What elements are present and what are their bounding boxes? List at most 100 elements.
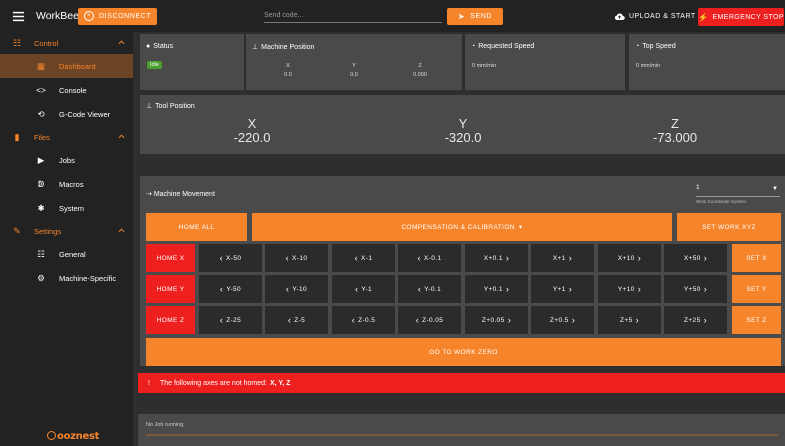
machine-position-card: ⊥ Machine Position X 0.0 Y 0.0 Z 0.000 (246, 34, 462, 90)
job-progress-bar (146, 434, 778, 436)
jog-button[interactable]: Y+0.1 › (465, 275, 528, 303)
home-y-button[interactable]: HOME Y (146, 275, 195, 303)
sidebar-item-machine-specific[interactable]: ⚙ Machine-Specific (0, 266, 133, 290)
wcs-select[interactable]: 1 ▼ (696, 184, 780, 197)
jog-button[interactable]: ‹ Z-25 (199, 306, 262, 334)
sidebar-item-label: Dashboard (59, 61, 96, 71)
jog-button[interactable]: X+50 › (664, 244, 727, 272)
jog-button[interactable]: ‹ Z-5 (265, 306, 328, 334)
sidebar-section-label: Control (34, 38, 59, 48)
sidebar-section-files[interactable]: ▮ Files (0, 126, 133, 148)
requested-speed-card: ◔ Requested Speed 0 mm/min (465, 34, 625, 90)
chevron-up-icon (118, 40, 125, 45)
home-all-button[interactable]: HOME ALL (146, 213, 247, 241)
settings-pair-icon: ⚙ (37, 272, 45, 283)
send-icon: ➤ (457, 12, 466, 21)
requested-speed-title: Requested Speed (478, 43, 535, 50)
jog-button[interactable]: Z+25 › (664, 306, 727, 334)
jog-button[interactable]: ‹ Y-50 (199, 275, 262, 303)
jog-label: X+50 (683, 254, 701, 262)
top-speed-value: 0 mm/min (636, 63, 661, 69)
alert-icon: ! (148, 379, 150, 387)
sidebar-item-gcode-viewer[interactable]: ⟲ G-Code Viewer (0, 102, 133, 126)
chevron-left-icon: ‹ (417, 284, 422, 294)
jog-button[interactable]: X+10 › (598, 244, 661, 272)
jog-button[interactable]: ‹ Y-1 (332, 275, 395, 303)
sidebar-item-macros[interactable]: ↁ Macros (0, 172, 133, 196)
home-z-button[interactable]: HOME Z (146, 306, 195, 334)
jog-button[interactable]: Y+50 › (664, 275, 727, 303)
set-work-xyz-button[interactable]: SET WORK XYZ (677, 213, 781, 241)
send-button[interactable]: ➤ SEND (447, 8, 503, 25)
jog-button[interactable]: Z+0.05 › (465, 306, 528, 334)
sidebar-item-system[interactable]: ✱ System (0, 196, 133, 220)
jog-button[interactable]: ‹ Y-10 (265, 275, 328, 303)
jog-label: Y-50 (226, 285, 242, 293)
chevron-right-icon: › (703, 315, 707, 325)
machine-position-z: Z 0.000 (413, 63, 427, 78)
chevron-up-icon (118, 228, 125, 233)
go-to-work-zero-button[interactable]: GO TO WORK ZERO (146, 338, 781, 366)
sidebar-item-general[interactable]: ☷ General (0, 242, 133, 266)
chevron-right-icon: › (635, 315, 639, 325)
jog-label: Z-0.5 (358, 316, 376, 324)
chevron-right-icon: › (505, 284, 510, 294)
alert-text: The following axes are not homed: (159, 379, 267, 387)
set-z-button[interactable]: SET Z (732, 306, 781, 334)
jog-button[interactable]: X+1 › (531, 244, 594, 272)
jog-label: X+0.1 (483, 254, 503, 262)
upload-start-button[interactable]: UPLOAD & START (614, 8, 696, 25)
home-x-button[interactable]: HOME X (146, 244, 195, 272)
emergency-stop-button[interactable]: ⚡ EMERGENCY STOP (698, 8, 784, 26)
sidebar-section-label: Settings (34, 226, 62, 236)
sidebar-section-control[interactable]: ☷ Control (0, 32, 133, 54)
send-code-input[interactable]: Send code... (264, 8, 442, 23)
sidebar-section-settings[interactable]: ✎ Settings (0, 220, 133, 242)
sidebar-item-dashboard[interactable]: ▦ Dashboard (0, 54, 133, 78)
jog-label: Z+5 (620, 316, 633, 324)
jog-label: Z-0.05 (422, 316, 444, 324)
axes-icon: ⊥ (146, 103, 153, 110)
code-icon: <> (36, 85, 46, 95)
send-label: SEND (470, 13, 493, 20)
disconnect-button[interactable]: × DISCONNECT (78, 7, 158, 25)
jog-button[interactable]: Z+5 › (598, 306, 661, 334)
jog-label: Y+10 (617, 285, 635, 293)
jog-button[interactable]: ‹ X-0.1 (398, 244, 461, 272)
sidebar-item-label: Machine-Specific (59, 273, 117, 283)
jog-button[interactable]: ‹ X-50 (199, 244, 262, 272)
machine-position-y: Y 0.0 (350, 63, 358, 78)
jog-label: Y+50 (683, 285, 701, 293)
jog-label: Z-5 (294, 316, 306, 324)
chevron-right-icon: › (637, 253, 642, 263)
alert-axes: X, Y, Z (269, 379, 291, 387)
set-x-button[interactable]: SET X (732, 244, 781, 272)
chevron-left-icon: ‹ (417, 253, 421, 263)
chevron-left-icon: ‹ (285, 253, 290, 263)
job-status-bar: No Job running. (138, 414, 785, 446)
jog-button[interactable]: Y+1 › (531, 275, 594, 303)
jog-label: Y-10 (292, 285, 308, 293)
jog-button[interactable]: ‹ Z-0.5 (332, 306, 395, 334)
speedometer-icon: ◔ (635, 43, 640, 50)
jog-button[interactable]: Z+0.5 › (531, 306, 594, 334)
jog-button[interactable]: ‹ X-10 (265, 244, 328, 272)
chevron-right-icon: › (703, 253, 708, 263)
tool-position-y: Y -320.0 (444, 116, 482, 145)
chevron-left-icon: ‹ (219, 253, 224, 263)
jog-button[interactable]: X+0.1 › (465, 244, 528, 272)
jog-button[interactable]: Y+10 › (598, 275, 661, 303)
play-icon: ▶ (37, 154, 45, 165)
lightning-icon: ⚡ (698, 12, 709, 22)
hamburger-menu-icon[interactable] (0, 0, 36, 32)
jog-label: X-50 (226, 254, 242, 262)
jog-button[interactable]: ‹ Z-0.05 (398, 306, 461, 334)
set-y-button[interactable]: SET Y (732, 275, 781, 303)
tune-icon: ☷ (12, 37, 22, 48)
compensation-calibration-button[interactable]: COMPENSATION & CALIBRATION ▾ (252, 213, 672, 241)
sidebar-item-label: Jobs (59, 155, 75, 165)
jog-button[interactable]: ‹ X-1 (332, 244, 395, 272)
sidebar-item-jobs[interactable]: ▶ Jobs (0, 148, 133, 172)
jog-button[interactable]: ‹ Y-0.1 (398, 275, 461, 303)
sidebar-item-console[interactable]: <> Console (0, 78, 133, 102)
